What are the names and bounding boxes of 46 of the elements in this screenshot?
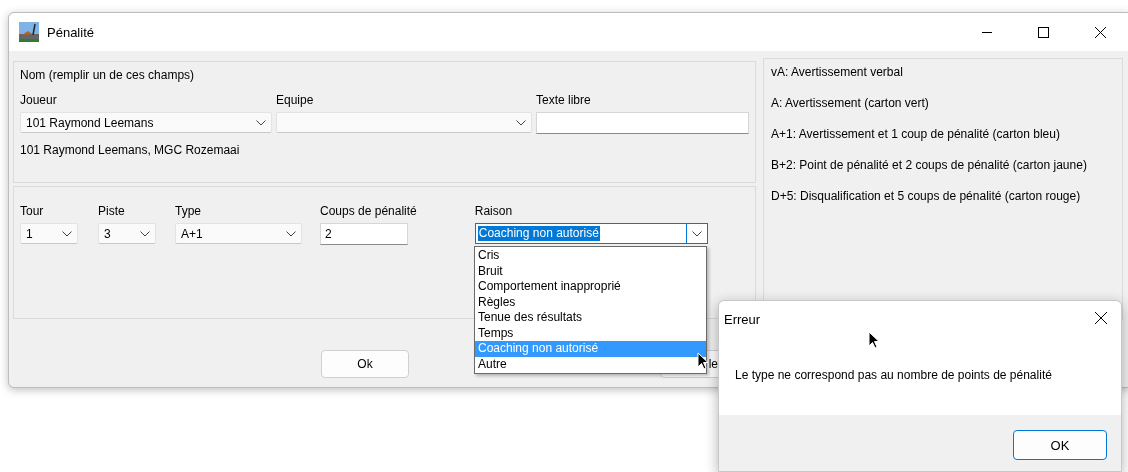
ok-button[interactable]: OK — [1013, 430, 1107, 460]
dropdown-option[interactable]: Temps — [475, 325, 706, 341]
chevron-down-icon — [286, 230, 296, 237]
legend-line: A+1: Avertissement et 1 coup de pénalité (carton bleu) — [771, 126, 1061, 142]
window-title: Pénalité — [47, 24, 95, 40]
legend-line: D+5: Disqualification et 5 coups de pénalité (carton rouge) — [771, 188, 1082, 204]
dropdown-option[interactable]: Règles — [475, 294, 706, 310]
dialog-title: Erreur — [724, 311, 762, 327]
dropdown-option[interactable]: Cris — [475, 248, 706, 264]
legend-line: B+2: Point de pénalité et 2 coups de pénalité (carton jaune) — [771, 157, 1088, 173]
field-label: Equipe — [276, 93, 314, 107]
chevron-down-icon — [256, 119, 266, 126]
input-field[interactable]: 2 — [320, 223, 408, 245]
close-icon — [1095, 312, 1107, 324]
mouse-pointer-icon — [868, 331, 880, 349]
field-label: Tour — [20, 204, 44, 218]
chevron-down-icon — [691, 230, 702, 237]
chevron-down-icon — [62, 230, 72, 237]
chevron-down-icon — [140, 230, 150, 237]
chevron-down-icon — [516, 119, 526, 126]
field-label: Coups de pénalité — [320, 204, 417, 218]
legend-line: A: Avertissement (carton vert) — [771, 95, 930, 111]
field-label: Raison — [474, 204, 513, 218]
ok-button[interactable]: Ok — [321, 350, 409, 378]
close-icon — [1095, 26, 1106, 38]
input-field[interactable] — [536, 112, 749, 134]
field-label: Piste — [98, 204, 125, 218]
group-legend: Nom (remplir un de ces champs) — [20, 68, 749, 82]
error-message: Le type ne correspond pas au nombre de points de pénalité — [735, 368, 1052, 382]
dropdown-option[interactable]: Comportement inapproprié — [475, 279, 706, 295]
field-label: Texte libre — [536, 93, 591, 107]
dropdown-field[interactable]: Coaching non autorisé — [474, 223, 708, 244]
maximize-icon — [1038, 26, 1049, 38]
dropdown-field[interactable]: 1 — [20, 223, 78, 244]
dropdown-field[interactable] — [276, 112, 532, 133]
dropdown-field[interactable]: 101 Raymond Leemans — [20, 112, 272, 133]
field-label: Joueur — [20, 93, 57, 107]
player-info-text: 101 Raymond Leemans, MGC Rozemaai — [20, 143, 241, 157]
dropdown-option[interactable]: Tenue des résultats — [475, 310, 706, 326]
dropdown-option[interactable]: Bruit — [475, 263, 706, 279]
minimize-icon — [981, 31, 992, 33]
field-label: Type — [175, 204, 201, 218]
legend-line: vA: Avertissement verbal — [771, 64, 904, 80]
dropdown-field[interactable]: A+1 — [175, 223, 302, 244]
dropdown-field[interactable]: 3 — [98, 223, 156, 244]
app-icon — [19, 22, 39, 42]
